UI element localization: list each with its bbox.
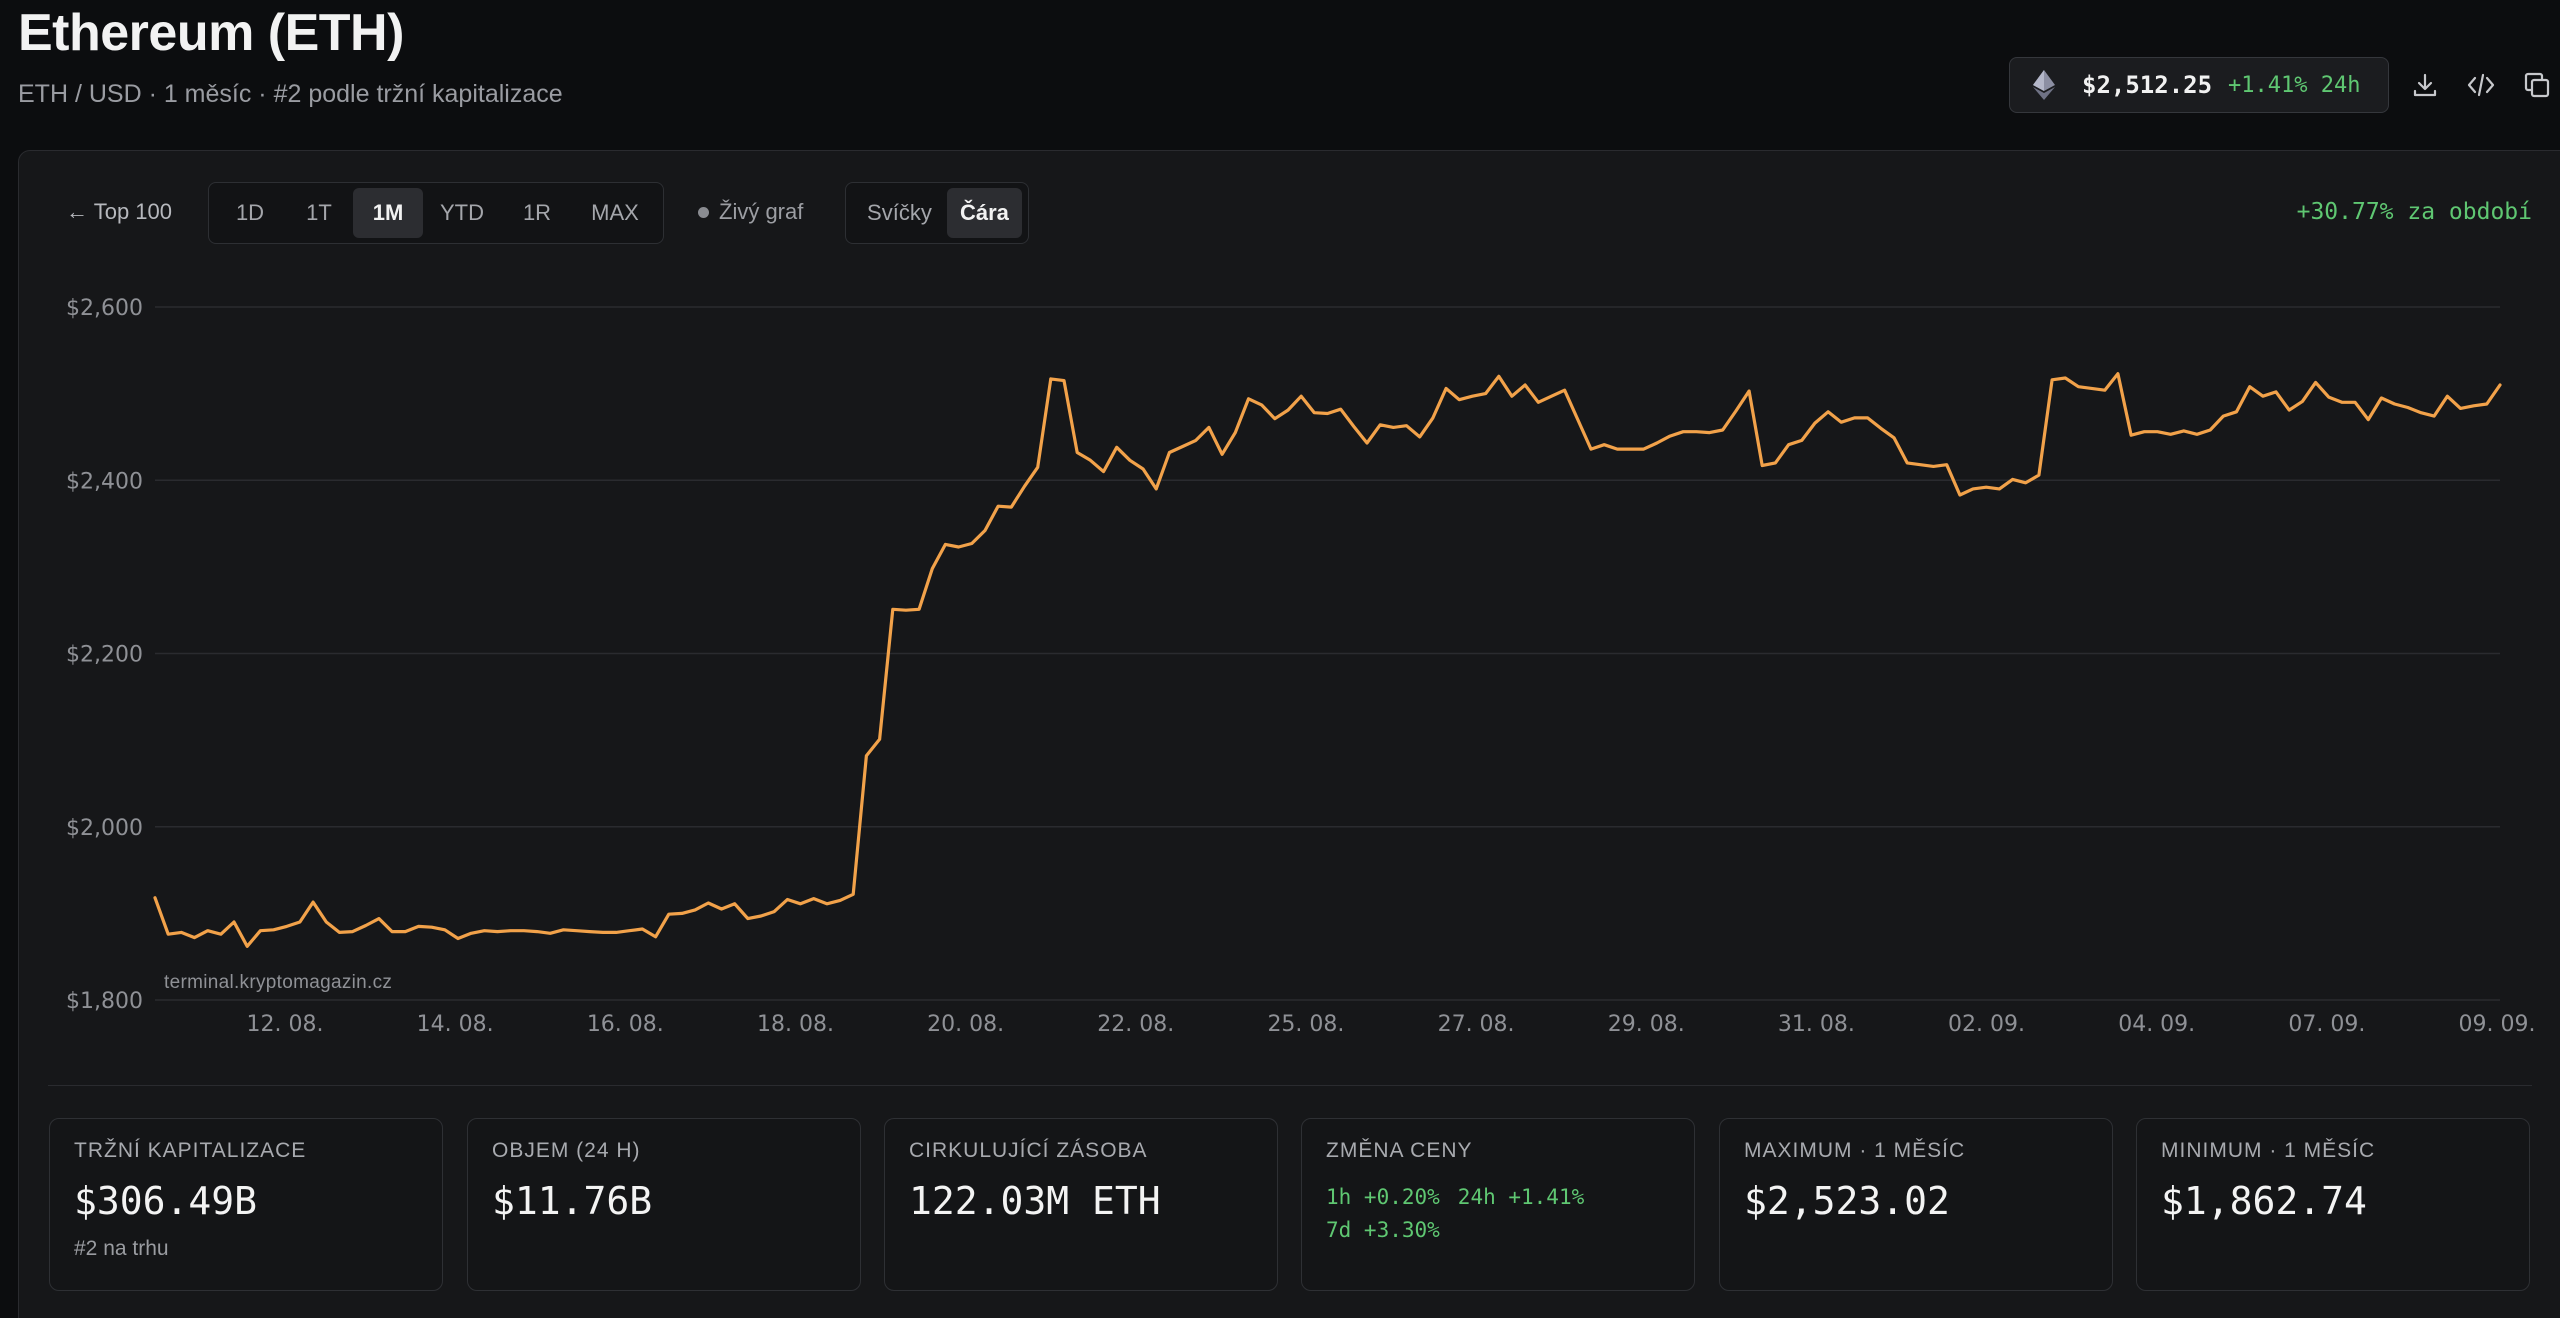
range-option-1t[interactable]: 1T [285,188,353,238]
live-chart-toggle[interactable]: Živý graf [698,198,803,226]
live-chart-label: Živý graf [719,199,804,224]
page-title: Ethereum (ETH) [18,4,404,62]
change-24h: 24h +1.41% [1457,1185,1585,1209]
stat-card-market-cap: TRŽNÍ KAPITALIZACE $306.49B #2 na trhu [49,1118,443,1291]
mode-option-candles[interactable]: Svíčky [852,188,947,238]
copy-icon[interactable] [2518,66,2556,104]
stat-sub: #2 na trhu [74,1237,169,1260]
back-to-top100-link[interactable]: ← Top 100 [66,198,172,226]
range-option-1r[interactable]: 1R [501,188,573,238]
stat-label: MAXIMUM · 1 MĚSÍC [1744,1139,1966,1162]
stat-value: $1,862.74 [2161,1179,2367,1223]
divider [48,1085,2532,1086]
range-option-1m[interactable]: 1M [353,188,423,238]
ethereum-icon [2030,70,2058,100]
stat-value: 122.03M ETH [909,1179,1161,1223]
range-option-ytd[interactable]: YTD [423,188,501,238]
stat-label: CIRKULUJÍCÍ ZÁSOBA [909,1139,1148,1162]
period-change: +30.77% za období [2296,199,2532,225]
stat-value: $2,523.02 [1744,1179,1950,1223]
download-icon[interactable] [2406,66,2444,104]
live-dot-icon [698,206,709,218]
stat-value: $306.49B [74,1179,258,1223]
range-option-1d[interactable]: 1D [215,188,285,238]
price-change-values: 1h +0.20% 24h +1.41% 7d +3.30% [1326,1181,1670,1247]
change-1h: 1h +0.20% [1326,1185,1440,1209]
change-7d: 7d +3.30% [1326,1218,1440,1242]
stat-label: TRŽNÍ KAPITALIZACE [74,1139,307,1162]
page-subtitle: ETH / USD · 1 měsíc · #2 podle tržní kap… [18,80,563,108]
stat-label: MINIMUM · 1 MĚSÍC [2161,1139,2376,1162]
stat-card-min: MINIMUM · 1 MĚSÍC $1,862.74 [2136,1118,2530,1291]
stat-card-max: MAXIMUM · 1 MĚSÍC $2,523.02 [1719,1118,2113,1291]
range-selector: 1D 1T 1M YTD 1R MAX [208,182,664,244]
range-option-max[interactable]: MAX [573,188,657,238]
ticker-change: +1.41% 24h [2228,72,2361,98]
mode-option-line[interactable]: Čára [946,188,1022,238]
ticker-price: $2,512.25 [2082,71,2213,99]
stat-label: OBJEM (24 H) [492,1139,641,1162]
stat-card-price-change: ZMĚNA CENY 1h +0.20% 24h +1.41% 7d +3.30% [1301,1118,1695,1291]
stat-card-supply: CIRKULUJÍCÍ ZÁSOBA 122.03M ETH [884,1118,1278,1291]
chart-watermark: terminal.kryptomagazin.cz [164,972,393,993]
stat-value: $11.76B [492,1179,653,1223]
ticker-badge: $2,512.25 +1.41% 24h [2009,57,2389,113]
code-icon[interactable] [2462,66,2500,104]
stat-card-volume: OBJEM (24 H) $11.76B [467,1118,861,1291]
chart-mode-selector: Svíčky Čára [845,182,1029,244]
stat-label: ZMĚNA CENY [1326,1139,1473,1162]
